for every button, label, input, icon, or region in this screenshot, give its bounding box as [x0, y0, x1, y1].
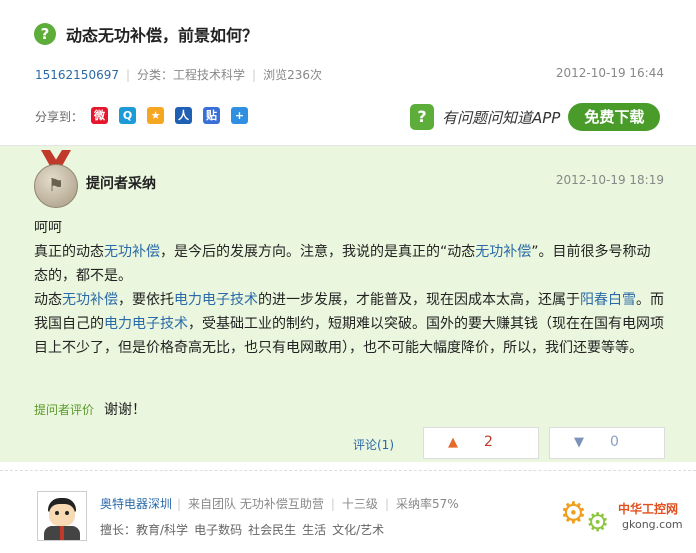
share-icons: 微 Q ★ 人 贴 +: [91, 107, 248, 124]
answerer-name[interactable]: 奥特电器深圳: [100, 495, 172, 512]
expertise-tag[interactable]: 社会民生: [248, 523, 296, 537]
answer-paragraph: 真正的动态无功补偿，是今后的发展方向。注意，我说的是真正的“动态无功补偿”。目前…: [34, 240, 664, 288]
expertise: 擅长：教育/科学 电子数码 社会民生 生活 文化/艺术: [100, 521, 390, 538]
gkong-watermark: ⚙ ⚙ 中华工控网 gkong.com: [560, 494, 690, 546]
expertise-tag[interactable]: 电子数码: [194, 523, 242, 537]
medal-icon: ⚑: [34, 150, 78, 208]
text: ，是今后的发展方向。注意，我说的是真正的“动态: [160, 244, 476, 260]
avatar-tie: [60, 526, 64, 540]
avatar-eye: [65, 511, 69, 515]
zhidao-app-icon: ?: [410, 104, 434, 130]
downvote-count: 0: [610, 434, 619, 450]
adopted-label: 提问者采纳: [86, 176, 156, 192]
divider: |: [125, 68, 131, 82]
asker-link[interactable]: 15162150697: [35, 68, 119, 82]
asker-eval-text: 谢谢！: [104, 402, 146, 418]
text: 真正的动态: [34, 244, 104, 260]
thumbs-up-icon: ▲: [448, 435, 458, 450]
keyword-link[interactable]: 电力电子技术: [174, 292, 258, 308]
share-label: 分享到：: [35, 110, 84, 124]
team-label[interactable]: 来自团队 无功补偿互助营: [188, 497, 324, 511]
thumbs-down-icon: ▼: [574, 435, 584, 450]
app-promo-text: 有问题问知道APP: [442, 108, 561, 127]
expertise-tag[interactable]: 文化/艺术: [332, 523, 384, 537]
question-header: ? 动态无功补偿，前景如何？ 15162150697 | 分类：工程技术科学 | 浏览2…: [0, 0, 696, 146]
answer-body: 呵呵 真正的动态无功补偿，是今后的发展方向。注意，我说的是真正的“动态无功补偿”…: [34, 216, 664, 360]
adopt-rate: 采纳率57%: [395, 497, 459, 511]
app-promo: ? 有问题问知道APP 免费下载: [410, 103, 661, 131]
gear-icon: ⚙: [586, 508, 610, 538]
text: 的进一步发展，才能普及，现在因成本太高，还属于: [258, 292, 580, 308]
adopted-answer: ⚑ 提问者采纳 2012-10-19 18:19 呵呵 真正的动态无功补偿，是今…: [0, 146, 696, 462]
expertise-label: 擅长：: [100, 523, 137, 537]
downvote-button[interactable]: ▼ 0: [549, 427, 665, 459]
flag-icon: ⚑: [34, 164, 78, 208]
expertise-tag[interactable]: 生活: [302, 523, 326, 537]
free-download-button[interactable]: 免费下载: [568, 103, 661, 131]
answerer-meta: | 来自团队 无功补偿互助营 | 十三级 | 采纳率57%: [170, 495, 459, 512]
divider: |: [177, 497, 182, 511]
weibo-icon[interactable]: 微: [91, 107, 108, 124]
text: 动态: [34, 292, 62, 308]
answer-paragraph: 动态无功补偿，要依托电力电子技术的进一步发展，才能普及，现在因成本太高，还属于阳…: [34, 288, 664, 360]
divider: |: [384, 497, 389, 511]
question-time: 2012-10-19 16:44: [555, 66, 664, 80]
divider: |: [252, 68, 257, 82]
comments-link[interactable]: 评论(1): [353, 436, 394, 453]
upvote-button[interactable]: ▲ 2: [423, 427, 539, 459]
more-share-icon[interactable]: +: [231, 107, 248, 124]
keyword-link[interactable]: 无功补偿: [104, 244, 160, 260]
expertise-tag[interactable]: 教育/科学: [136, 523, 188, 537]
tencent-weibo-icon[interactable]: ★: [147, 107, 164, 124]
view-count: 浏览236次: [263, 68, 322, 82]
tieba-icon[interactable]: 贴: [203, 107, 220, 124]
level-label: 十三级: [341, 497, 378, 511]
avatar-eye: [55, 511, 59, 515]
qzone-icon[interactable]: Q: [119, 107, 136, 124]
answer-line: 呵呵: [34, 220, 62, 236]
keyword-link[interactable]: 阳春白雪: [580, 292, 636, 308]
watermark-title: 中华工控网: [618, 502, 679, 516]
keyword-link[interactable]: 无功补偿: [62, 292, 118, 308]
answer-time: 2012-10-19 18:19: [555, 173, 664, 187]
avatar[interactable]: [37, 491, 87, 541]
category-label[interactable]: 分类：工程技术科学: [137, 68, 245, 82]
question-page: ? 动态无功补偿，前景如何？ 15162150697 | 分类：工程技术科学 | 浏览2…: [0, 0, 696, 553]
avatar-face: [49, 504, 75, 526]
renren-icon[interactable]: 人: [175, 107, 192, 124]
watermark-url: gkong.com: [622, 518, 683, 531]
question-title: 动态无功补偿，前景如何？: [66, 26, 259, 45]
keyword-link[interactable]: 电力电子技术: [104, 316, 188, 332]
divider: |: [330, 497, 335, 511]
question-icon: ?: [34, 23, 56, 45]
text: ，要依托: [118, 292, 174, 308]
upvote-count: 2: [484, 434, 493, 450]
question-meta: 15162150697 | 分类：工程技术科学 | 浏览236次: [35, 66, 322, 83]
asker-eval-label: 提问者评价: [34, 403, 95, 417]
gear-icon: ⚙: [560, 496, 587, 531]
keyword-link[interactable]: 无功补偿: [475, 244, 531, 260]
